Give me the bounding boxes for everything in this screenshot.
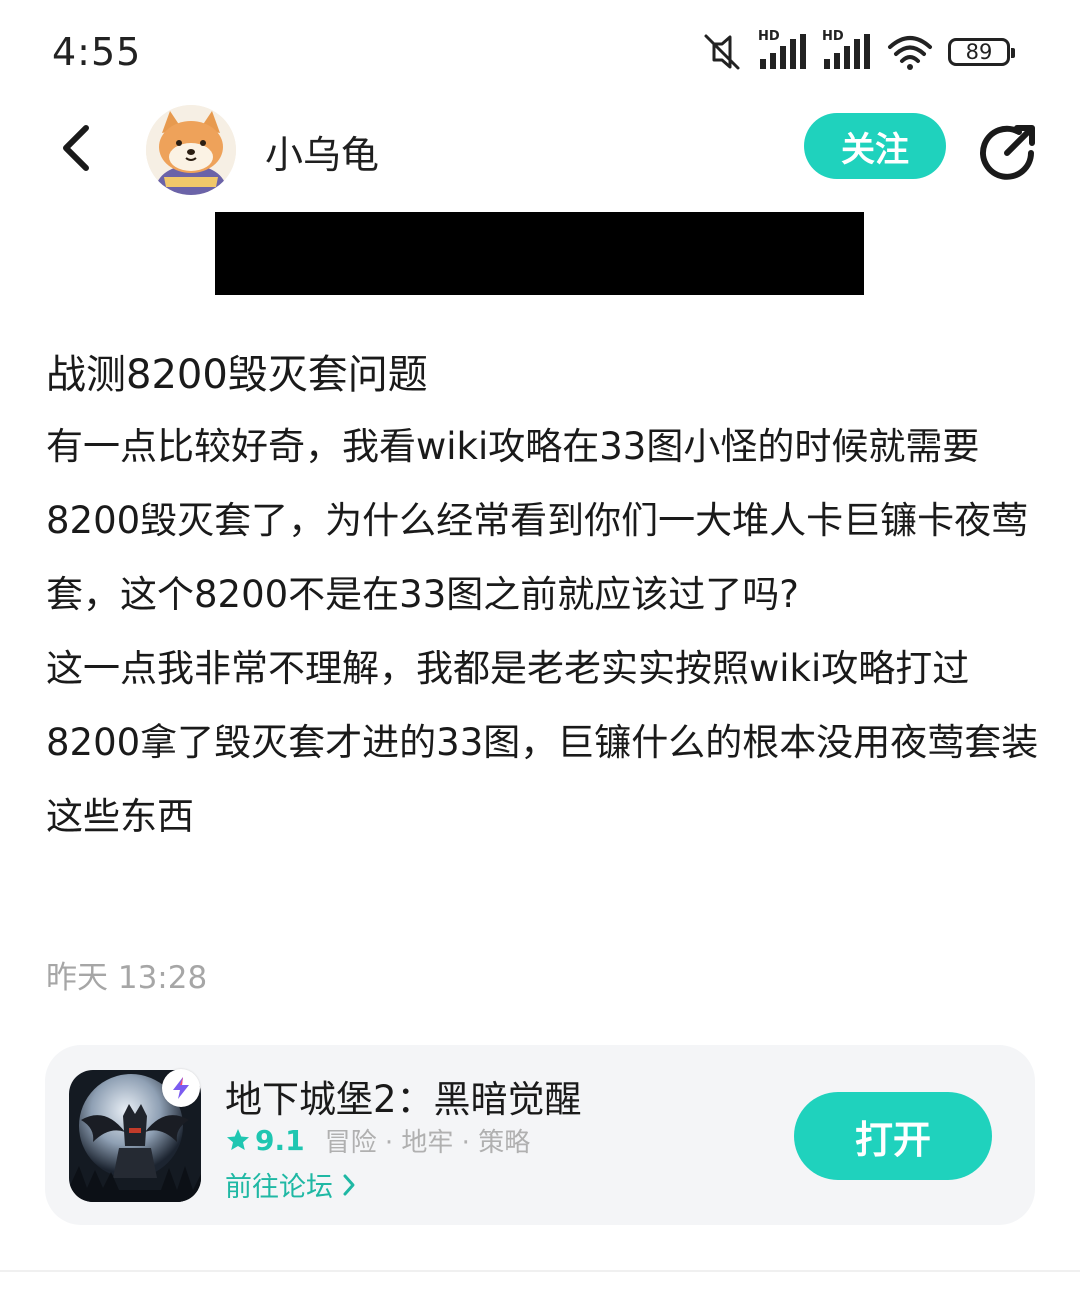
chevron-left-icon [63,125,89,171]
star-icon [227,1129,249,1150]
post-timestamp: 昨天 13:28 [46,960,208,996]
redacted-block [215,212,864,295]
status-time: 4:55 [52,30,142,74]
post-body: 有一点比较好奇，我看wiki攻略在33图小怪的时候就需要8200毁灭套了，为什么… [46,410,1046,854]
signal-icon: HD [822,29,872,71]
game-tags: 冒险 · 地牢 · 策略 [324,1127,531,1158]
status-bar: 4:55 HD HD 89 [0,0,1080,100]
back-button[interactable] [50,122,100,174]
post-header: 小乌龟 关注 [0,100,1080,200]
post-paragraph: 有一点比较好奇，我看wiki攻略在33图小怪的时候就需要8200毁灭套了，为什么… [46,425,1029,616]
battery-level: 89 [965,40,993,64]
follow-button[interactable]: 关注 [804,113,946,179]
share-icon [980,125,1035,180]
post-detail-page: 4:55 HD HD 89 小乌龟 关注 战测8200毁灭套问题 有一点比较好奇… [0,0,1080,1305]
chevron-right-icon [343,1174,355,1195]
forum-link[interactable]: 前往论坛 [225,1165,357,1204]
bottom-divider [0,1270,1080,1272]
lightning-badge-icon [162,1069,200,1107]
dog-avatar-icon [146,105,236,195]
hd-label: HD [758,29,780,44]
signal-icon: HD [758,29,808,71]
game-rating-value: 9.1 [255,1123,305,1157]
open-game-button[interactable]: 打开 [794,1092,992,1180]
share-button[interactable] [978,122,1038,182]
game-name[interactable]: 地下城堡2：黑暗觉醒 [225,1069,582,1123]
wifi-icon [886,33,934,71]
battery-icon: 89 [948,38,1015,66]
game-meta: 9.1 冒险 · 地牢 · 策略 [225,1123,531,1158]
username[interactable]: 小乌龟 [265,124,379,179]
post-title: 战测8200毁灭套问题 [46,352,428,398]
mute-icon [700,32,744,72]
game-card[interactable]: 地下城堡2：黑暗觉醒 9.1 冒险 · 地牢 · 策略 前往论坛 打开 [45,1045,1035,1225]
avatar[interactable] [146,105,236,195]
game-rating: 9.1 [225,1124,305,1157]
post-paragraph: 这一点我非常不理解，我都是老老实实按照wiki攻略打过8200拿了毁灭套才进的3… [46,647,1039,838]
hd-label: HD [822,29,844,44]
forum-link-label: 前往论坛 [225,1172,333,1203]
status-icons: HD HD 89 [700,29,1015,72]
